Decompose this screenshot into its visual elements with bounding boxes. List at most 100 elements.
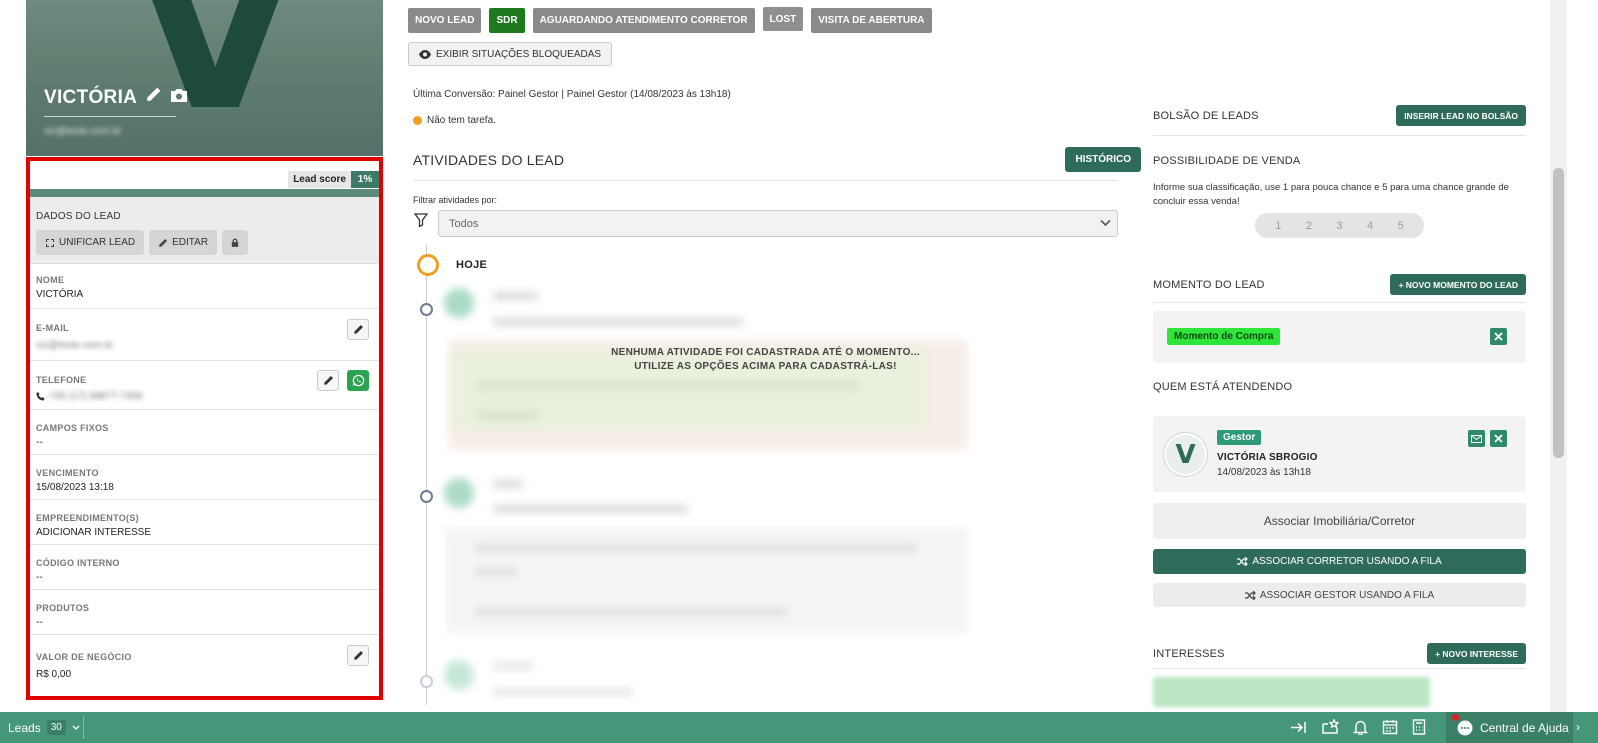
lead-header: V VICTÓRIA vic@teste.com.br <box>26 0 383 156</box>
calculator-icon[interactable] <box>1412 719 1426 735</box>
left-gutter <box>0 0 26 712</box>
lead-email-blurred: vic@teste.com.br <box>44 126 122 137</box>
field-campos-fixos: CAMPOS FIXOS -- <box>30 410 379 455</box>
edit-phone-button[interactable] <box>317 370 339 391</box>
momento-card: Momento de Compra <box>1153 311 1526 363</box>
status-tag-visita[interactable]: VISITA DE ABERTURA <box>811 8 932 33</box>
field-vencimento: VENCIMENTO 15/08/2023 13:18 <box>30 455 379 500</box>
rating-5[interactable]: 5 <box>1398 220 1404 232</box>
field-value: -- <box>36 617 43 628</box>
merge-icon <box>46 238 54 247</box>
field-value: VICTÓRIA <box>36 289 84 300</box>
atendente-date: 14/08/2023 às 13h18 <box>1217 467 1311 478</box>
lock-icon <box>231 238 239 247</box>
filter-selected-value: Todos <box>449 217 479 230</box>
momento-title: MOMENTO DO LEAD <box>1153 279 1265 291</box>
lead-sidebar: V VICTÓRIA vic@teste.com.br Lead score 1… <box>0 0 395 712</box>
exibir-bloqueadas-button[interactable]: EXIBIR SITUAÇÕES BLOQUEADAS <box>408 42 613 66</box>
rating-1[interactable]: 1 <box>1275 220 1281 232</box>
field-value: -- <box>36 437 43 448</box>
blurred-interesse <box>1153 677 1430 707</box>
pencil-icon <box>353 651 363 660</box>
associar-imobiliaria-button[interactable]: Associar Imobiliária/Corretor <box>1153 503 1526 539</box>
field-label: VENCIMENTO <box>36 468 99 478</box>
associar-corretor-fila-button[interactable]: ASSOCIAR CORRETOR USANDO A FILA <box>1153 549 1526 574</box>
field-value[interactable]: ADICIONAR INTERESSE <box>36 527 373 538</box>
remove-momento-button[interactable] <box>1490 328 1507 345</box>
camera-icon[interactable] <box>170 87 188 109</box>
footer-divider <box>83 716 84 739</box>
blurred-text <box>493 318 743 326</box>
pencil-icon <box>323 376 333 385</box>
eye-icon <box>419 49 431 59</box>
scrollbar-thumb[interactable] <box>1553 168 1564 458</box>
pencil-icon <box>353 325 363 334</box>
status-tag-novo-lead[interactable]: NOVO LEAD <box>408 8 482 33</box>
unificar-lead-button[interactable]: UNIFICAR LEAD <box>36 230 145 255</box>
tarefa-dot-icon <box>413 116 422 125</box>
quem-title: QUEM ESTÁ ATENDENDO <box>1153 381 1293 393</box>
novo-momento-button[interactable]: + NOVO MOMENTO DO LEAD <box>1390 274 1526 295</box>
rating-3[interactable]: 3 <box>1336 220 1342 232</box>
central-ajuda-button[interactable]: Central de Ajuda <box>1446 712 1573 743</box>
lead-initial: V <box>134 0 297 156</box>
remove-atendente-button[interactable] <box>1490 430 1507 447</box>
whatsapp-button[interactable] <box>347 370 369 391</box>
pencil-icon <box>159 238 168 247</box>
calendar-icon[interactable] <box>1382 719 1398 735</box>
blurred-avatar <box>444 478 474 508</box>
rating-2[interactable]: 2 <box>1306 220 1312 232</box>
tarefa-text: Não tem tarefa. <box>427 115 496 126</box>
timeline-dot <box>420 675 433 688</box>
field-value: -- <box>36 572 43 583</box>
filter-icon <box>413 213 429 230</box>
associar-gestor-fila-button[interactable]: ASSOCIAR GESTOR USANDO A FILA <box>1153 583 1526 607</box>
chevron-down-icon <box>1100 219 1111 227</box>
field-nome: NOME VICTÓRIA <box>30 264 379 309</box>
blurred-activity-card <box>446 528 968 633</box>
edit-name-icon[interactable] <box>145 86 162 109</box>
mail-icon <box>1471 434 1482 443</box>
chevron-right-icon[interactable]: › <box>1576 720 1580 734</box>
avatar-initial: V <box>1166 435 1205 474</box>
chat-help-icon <box>1457 720 1473 735</box>
bolsao-title: BOLSÃO DE LEADS <box>1153 110 1259 122</box>
shuffle-icon <box>1237 557 1249 566</box>
lead-main: NOVO LEAD SDR AGUARDANDO ATENDIMENTO COR… <box>408 0 1141 712</box>
divider <box>1153 668 1526 669</box>
novo-interesse-button[interactable]: + NOVO INTERESSE <box>1427 643 1526 664</box>
shuffle-icon <box>1244 590 1256 600</box>
atividades-divider <box>413 180 1118 181</box>
dados-section: DADOS DO LEAD UNIFICAR LEAD EDITAR <box>30 197 379 264</box>
atividades-title: ATIVIDADES DO LEAD <box>413 152 565 168</box>
editar-button[interactable]: EDITAR <box>149 230 218 255</box>
status-tag-lost[interactable]: LOST <box>762 7 804 31</box>
atendente-card: V Gestor VICTÓRIA SBROGIO 14/08/2023 às … <box>1153 416 1526 492</box>
sale-rating: 1 2 3 4 5 <box>1255 213 1424 238</box>
leads-counter[interactable]: Leads 30 <box>8 720 80 735</box>
rating-4[interactable]: 4 <box>1367 220 1373 232</box>
historico-button[interactable]: HISTÓRICO <box>1065 147 1141 172</box>
tarefa-status: Não tem tarefa. <box>413 115 496 126</box>
status-tag-aguardando[interactable]: AGUARDANDO ATENDIMENTO CORRETOR <box>532 8 755 33</box>
central-ajuda-label: Central de Ajuda <box>1480 720 1569 735</box>
field-codigo-interno: CÓDIGO INTERNO -- <box>30 545 379 590</box>
field-label: CÓDIGO INTERNO <box>36 558 120 568</box>
edit-email-button[interactable] <box>347 319 369 340</box>
field-label: PRODUTOS <box>36 603 90 613</box>
bell-icon[interactable] <box>1353 719 1368 735</box>
lock-button[interactable] <box>222 230 249 255</box>
edit-valor-button[interactable] <box>347 645 369 666</box>
collapse-right-icon[interactable] <box>1290 720 1307 735</box>
field-valor-negocio: VALOR DE NEGÓCIO R$ 0,00 <box>30 635 379 683</box>
whatsapp-icon <box>352 374 364 387</box>
page-edge <box>1567 0 1598 743</box>
status-tag-sdr[interactable]: SDR <box>489 8 525 33</box>
divider <box>1153 135 1526 136</box>
lead-name: VICTÓRIA <box>44 86 138 108</box>
activity-filter-select[interactable]: Todos <box>438 210 1118 237</box>
star-tray-icon[interactable] <box>1321 719 1339 735</box>
lead-score-row: Lead score 1% <box>30 161 379 189</box>
email-atendente-button[interactable] <box>1468 430 1485 447</box>
inserir-bolsao-button[interactable]: INSERIR LEAD NO BOLSÃO <box>1396 105 1526 126</box>
